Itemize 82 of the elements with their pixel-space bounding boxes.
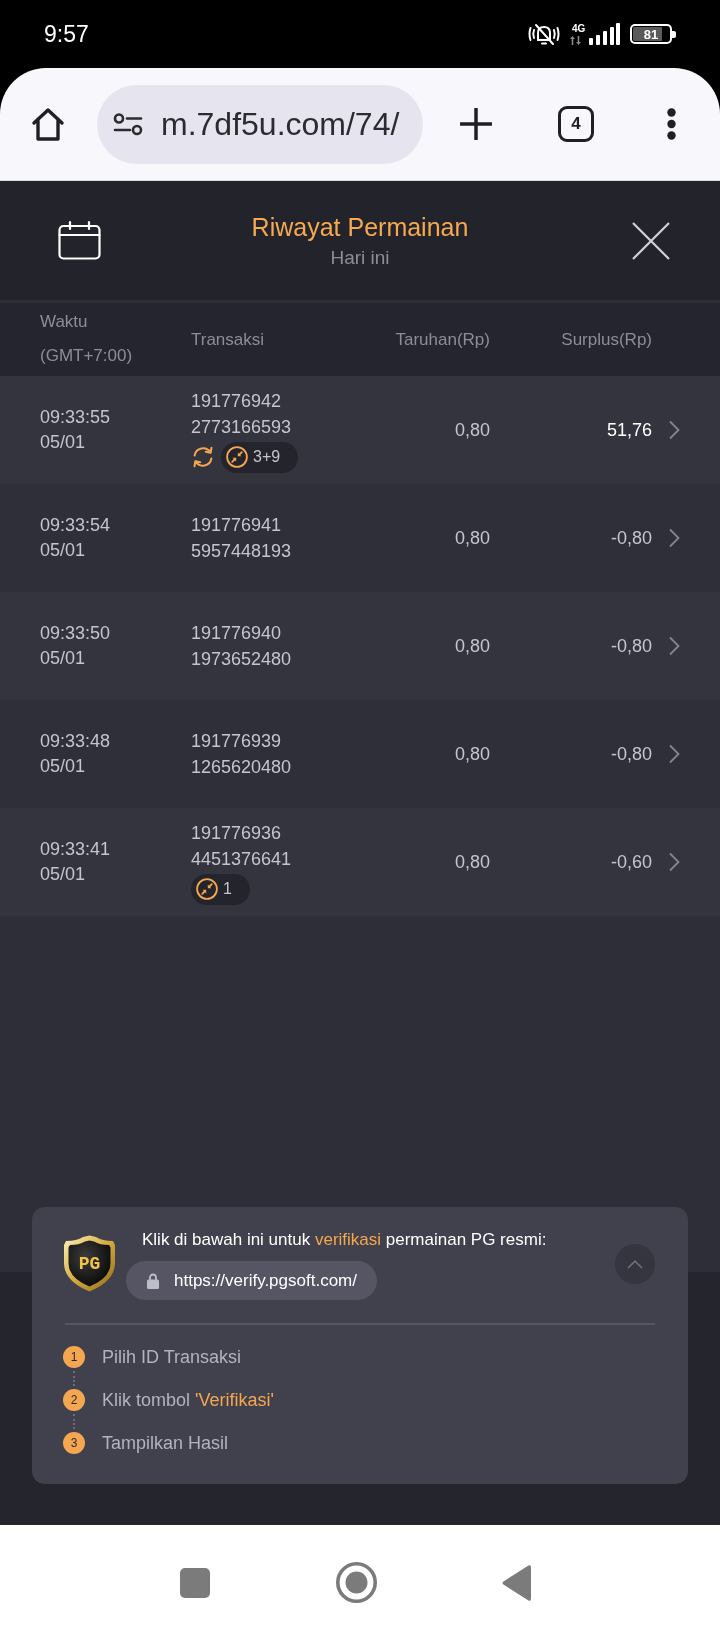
column-header: Taruhan(Rp) [395,329,490,350]
history-row[interactable]: 09:33:55 05/01 191776942 2773166593 3+9 0,80 51,76 [0,376,720,484]
plus-icon[interactable] [460,108,492,140]
badge-count: 1 [223,879,232,899]
bet-amount: 0,80 [454,419,490,441]
calendar-icon[interactable] [58,221,101,260]
page-title: Riwayat Permainan [251,212,469,242]
history-row[interactable]: 09:33:50 05/01 191776940 1973652480 0,80 -0,80 [0,592,720,700]
transaction-id-text: 191776936 [191,821,282,845]
chevron-right-icon [668,420,680,440]
step-connector [73,1414,75,1429]
chevron-right-icon [668,852,680,872]
step-text: Pilih ID Transaksi [102,1346,242,1368]
column-header: Surplus(Rp) [561,329,652,350]
network-type: 4G [572,23,586,34]
history-row[interactable]: 09:33:54 05/01 191776941 5957448193 0,80 -0,80 [0,484,720,592]
transaction-id-text: 191776941 [191,514,282,537]
bet-amount: 0,80 [454,851,490,873]
arrows-circle-icon [196,878,218,900]
page-subtitle: Hari ini [330,246,390,270]
arrows-circle-icon [226,446,248,468]
signal-icon [588,23,620,45]
triangle-icon[interactable] [502,1564,531,1601]
transaction-id-text: 4451376641 [191,847,292,871]
transaction-id-text: 191776939 [191,730,282,753]
time-text: 09:33:55 [40,406,111,429]
menu-icon[interactable] [667,108,676,140]
badge-count: 3+9 [253,447,281,467]
surplus-amount: -0,80 [610,527,652,549]
battery-percent: 81 [643,27,659,41]
time-text: 09:33:48 [40,730,111,753]
bet-amount: 0,80 [454,527,490,549]
time-text: 09:33:41 [40,838,111,861]
step-number: 1 [63,1346,85,1368]
date-text: 05/01 [40,863,86,886]
history-row[interactable]: 09:33:48 05/01 191776939 1265620480 0,80 -0,80 [0,700,720,808]
tab-count-button[interactable]: 4 [558,106,594,142]
shield-logo: PG [63,1235,116,1292]
step-number: 3 [63,1432,85,1454]
chevron-right-icon [668,636,680,656]
column-header: Waktu [40,310,88,333]
transaction-id-text: 2773166593 [191,415,292,439]
surplus-amount: -0,60 [610,851,652,873]
surplus-amount: -0,80 [610,635,652,657]
lock-icon [147,1272,159,1289]
data-arrows-icon [570,36,581,45]
date-text: 05/01 [40,755,86,778]
column-header: Transaksi [191,329,265,350]
surplus-amount: 51,76 [606,419,652,441]
clock-time: 9:57 [44,20,89,48]
close-icon[interactable] [632,221,670,260]
step-text: Tampilkan Hasil [102,1432,229,1454]
step-number: 2 [63,1389,85,1411]
step-text: Klik tombol 'Verifikasi' [102,1389,274,1411]
circle-icon[interactable] [336,1562,377,1603]
transaction-id-text: 191776940 [191,622,282,645]
transaction-id-text: 1265620480 [191,756,292,779]
time-text: 09:33:50 [40,622,111,645]
step-connector [73,1371,75,1386]
date-text: 05/01 [40,647,86,670]
date-text: 05/01 [40,431,86,454]
surplus-amount: -0,80 [610,743,652,765]
sliders-icon[interactable] [113,112,143,136]
time-text: 09:33:54 [40,514,111,537]
address-field[interactable]: m.7df5u.com/74/ [97,84,423,164]
refresh-icon [191,445,215,469]
bell-slash-icon [528,22,560,46]
square-icon[interactable] [180,1567,210,1598]
chevron-right-icon [668,744,680,764]
chevron-up-icon [627,1259,643,1269]
chevron-right-icon [668,528,680,548]
transaction-id-text: 5957448193 [191,540,292,563]
verify-link[interactable]: https://verify.pgsoft.com/ [126,1261,377,1300]
column-header-note: (GMT+7:00) [40,344,133,367]
transaction-id-text: 191776942 [191,389,282,413]
instruction-text: Klik di bawah ini untuk verifikasi permainan PG resmi: [141,1229,547,1251]
transaction-id-text: 1973652480 [191,648,292,671]
bet-amount: 0,80 [454,635,490,657]
date-text: 05/01 [40,539,86,562]
house-icon[interactable] [30,106,66,142]
history-row[interactable]: 09:33:41 05/01 191776936 4451376641 1 0,80 -0,60 [0,808,720,916]
bet-amount: 0,80 [454,743,490,765]
